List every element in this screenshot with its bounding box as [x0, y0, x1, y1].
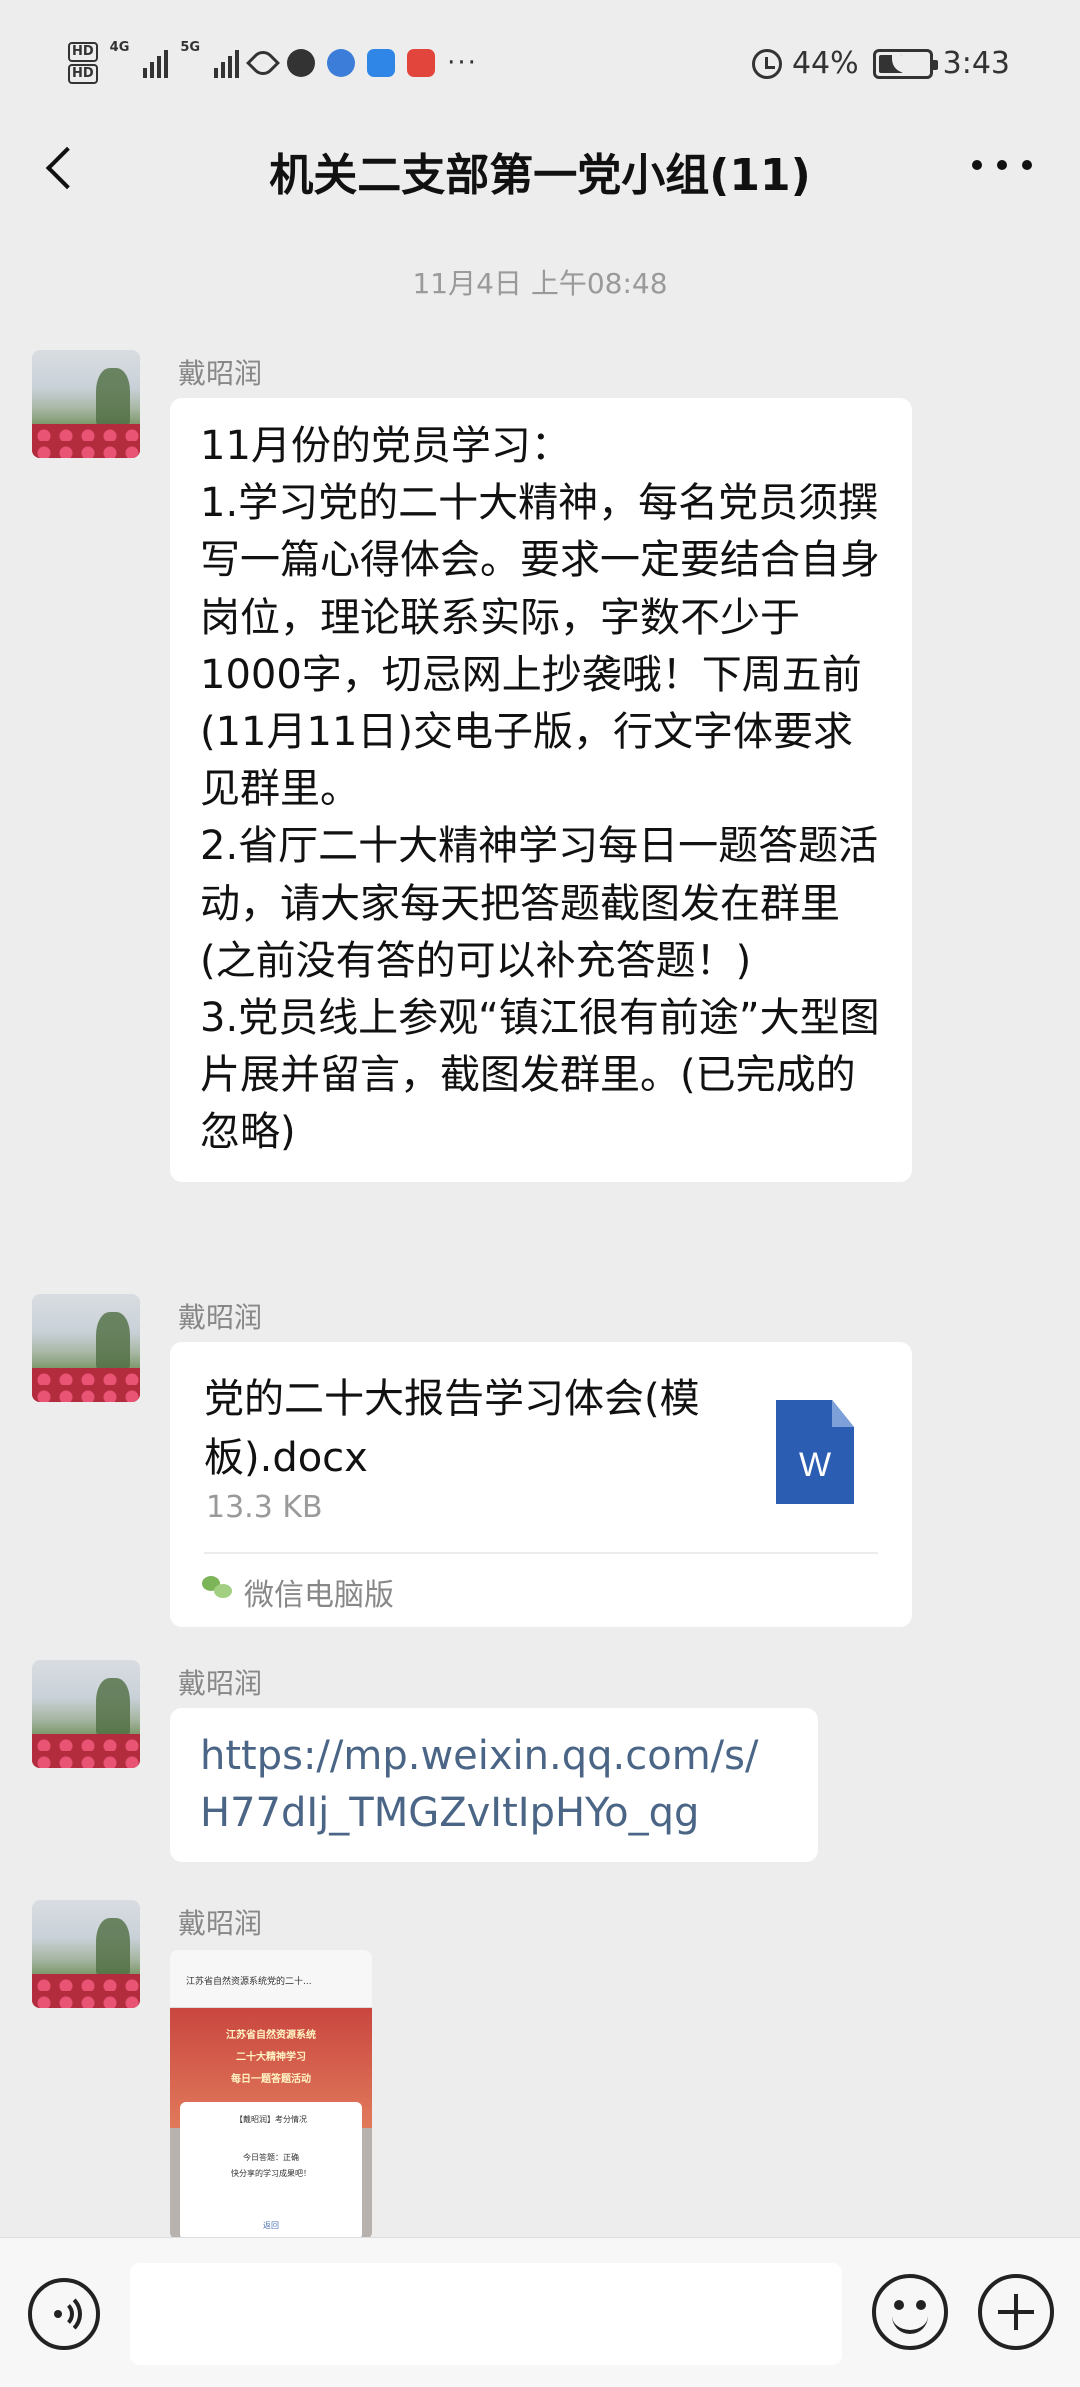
thumb-banner-line: 二十大精神学习: [236, 2052, 306, 2063]
wechat-icon: [202, 1574, 234, 1600]
chat-title: 机关二支部第一党小组(11): [269, 150, 811, 201]
browser-icon: [327, 49, 356, 77]
link-message-bubble[interactable]: https://mp.weixin.qq.com/s/H77dIj_TMGZvI…: [170, 1708, 818, 1862]
avatar[interactable]: [32, 350, 140, 458]
app-notification-icon: [407, 49, 436, 77]
status-left: HD HD 4G 5G ···: [68, 40, 478, 86]
clock: 3:43: [942, 46, 1010, 81]
more-options-icon[interactable]: [972, 145, 1032, 185]
word-icon-letter: W: [798, 1446, 832, 1484]
message-timestamp: 11月4日 上午08:48: [412, 267, 668, 300]
voice-icon[interactable]: [28, 2278, 100, 2350]
text-message-bubble[interactable]: 11月份的党员学习： 1.学习党的二十大精神，每名党员须撰写一篇心得体会。要求一…: [170, 398, 912, 1182]
thumb-banner-line: 每日一题答题活动: [231, 2074, 311, 2085]
more-notifications-icon: ···: [447, 48, 478, 78]
status-right: 44% 3:43: [751, 46, 1010, 81]
thumb-dialog-line: 返回: [263, 2221, 279, 2230]
chat-header: 机关二支部第一党小组(11): [0, 115, 1080, 220]
hd1-label: HD: [68, 42, 98, 62]
thumb-title: 江苏省自然资源系统党的二十...: [186, 1977, 312, 1987]
word-document-icon: W: [776, 1400, 854, 1504]
thumb-header: 江苏省自然资源系统党的二十...: [170, 1950, 372, 2008]
alarm-icon: [751, 48, 782, 79]
avatar[interactable]: [32, 1294, 140, 1402]
nfc-icon: [246, 46, 281, 80]
avatar[interactable]: [32, 1900, 140, 2008]
plus-icon[interactable]: [978, 2274, 1054, 2350]
hd-indicator: HD HD: [68, 40, 98, 86]
hd2-label: HD: [68, 64, 98, 84]
sender-name: 戴昭润: [178, 1301, 263, 1334]
signal-icon: [143, 48, 169, 78]
message-input[interactable]: [130, 2263, 842, 2365]
thumb-dialog-line: 今日答题：正确: [243, 2153, 299, 2162]
sender-name: 戴昭润: [178, 357, 263, 390]
thumb-dialog-line: 快分享的学习成果吧！: [231, 2169, 311, 2178]
battery-percent: 44%: [791, 46, 859, 81]
cloud-icon: [367, 49, 396, 77]
avatar[interactable]: [32, 1660, 140, 1768]
file-source: 微信电脑版: [244, 1578, 394, 1613]
thumb-dialog-line: 【戴昭润】考分情况: [235, 2115, 307, 2124]
status-bar: HD HD 4G 5G ··· 44% 3:43: [0, 0, 1080, 130]
file-size: 13.3 KB: [206, 1490, 323, 1525]
file-name: 党的二十大报告学习体会(模板).docx: [204, 1376, 700, 1481]
file-message-bubble[interactable]: 党的二十大报告学习体会(模板).docx 13.3 KB W 微信电脑版: [170, 1342, 912, 1627]
sender-name: 戴昭润: [178, 1667, 263, 1700]
message-icon: [287, 49, 316, 77]
sender-name: 戴昭润: [178, 1907, 263, 1940]
divider: [204, 1552, 878, 1554]
sim2-label: 5G: [180, 40, 201, 55]
sim1-label: 4G: [109, 40, 130, 55]
thumb-dialog: 【戴昭润】考分情况 今日答题：正确 快分享的学习成果吧！ 返回: [180, 2102, 362, 2240]
input-bar: [0, 2237, 1080, 2387]
battery-icon: [872, 48, 938, 79]
emoji-icon[interactable]: [872, 2274, 948, 2350]
image-message-thumbnail[interactable]: 江苏省自然资源系统党的二十... 江苏省自然资源系统 二十大精神学习 每日一题答…: [170, 1950, 372, 2240]
signal-icon-2: [214, 48, 240, 78]
thumb-banner-line: 江苏省自然资源系统: [226, 2030, 316, 2041]
